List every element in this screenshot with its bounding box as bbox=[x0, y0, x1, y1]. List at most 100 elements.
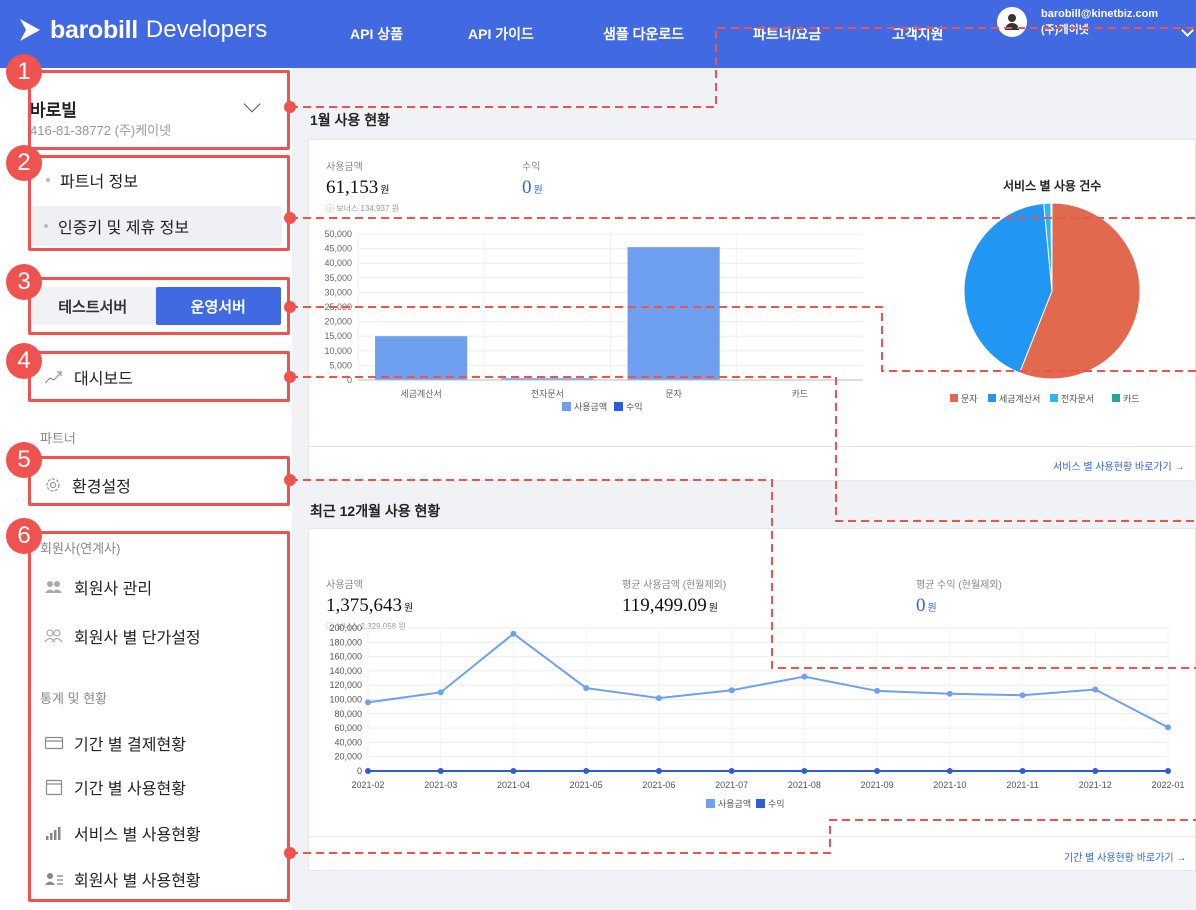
line-x-tick-label: 2021-07 bbox=[715, 780, 748, 790]
annotation-box-1 bbox=[28, 70, 290, 150]
line-usage-point bbox=[365, 699, 371, 706]
line-profit-point bbox=[801, 768, 808, 774]
service-usage-link[interactable]: 서비스 별 사용현황 바로가기 → bbox=[1053, 458, 1185, 473]
line-y-tick-label: 80,000 bbox=[334, 709, 362, 719]
nav-api-products[interactable]: API 상품 bbox=[350, 24, 403, 44]
line-usage-point bbox=[728, 687, 735, 694]
pie-legend-swatch bbox=[1112, 394, 1120, 402]
line-usage-point bbox=[655, 695, 662, 702]
service-usage-bar-chart: 0 5,000 10,000 15,000 20,000 25,000 30,000 35,0… bbox=[324, 229, 863, 412]
monthly-usage-label: 사용금액 bbox=[326, 162, 363, 173]
monthly-title: 1월 사용 현황 bbox=[310, 112, 390, 128]
monthly-profit-label: 수익 bbox=[522, 162, 541, 173]
chevron-down-icon[interactable] bbox=[1181, 24, 1194, 37]
line-profit-point bbox=[728, 768, 735, 774]
line-profit-point bbox=[655, 768, 662, 774]
line-profit-point bbox=[1019, 768, 1026, 774]
yearly-title: 최근 12개월 사용 현황 bbox=[310, 503, 441, 519]
brand-logo[interactable]: barobill Developers bbox=[18, 10, 267, 50]
annotation-dot-3 bbox=[284, 301, 296, 313]
bar-usage bbox=[627, 247, 720, 380]
service-count-pie-chart: 문자 세금계산서 전자문서 카드 bbox=[950, 202, 1141, 404]
line-x-tick-label: 2021-05 bbox=[570, 780, 603, 790]
user-email: barobill@kinetbiz.com bbox=[1041, 8, 1159, 20]
annotation-number-2: 2 bbox=[6, 145, 42, 181]
line-x-tick-label: 2021-12 bbox=[1079, 780, 1112, 790]
pie-legend-label: 문자 bbox=[961, 394, 978, 404]
annotation-number-3: 3 bbox=[6, 264, 42, 300]
monthly-profit-unit: 원 bbox=[533, 185, 543, 196]
line-y-tick-label: 100,000 bbox=[329, 695, 362, 705]
line-profit-point bbox=[874, 768, 881, 774]
page-root: barobill Developers API 상품 API 가이드 샘플 다운… bbox=[0, 0, 1196, 910]
period-usage-link[interactable]: 기간 별 사용현황 바로가기 → bbox=[1064, 849, 1186, 864]
bar-y-tick-label: 35,000 bbox=[324, 273, 352, 283]
bar-x-tick-label: 전자문서 bbox=[531, 389, 564, 399]
line-profit-point bbox=[510, 768, 517, 774]
bar-x-tick-label: 문자 bbox=[665, 389, 682, 399]
annotation-number-1: 1 bbox=[6, 54, 42, 90]
bar-x-tick-label: 세금계산서 bbox=[400, 388, 441, 399]
yearly-avg-profit-number: 0 bbox=[916, 595, 926, 616]
pie-legend-label: 세금계산서 bbox=[999, 393, 1040, 404]
yearly-usage-label: 사용금액 bbox=[326, 580, 363, 591]
line-x-tick-label: 2022-01 bbox=[1151, 780, 1184, 790]
line-legend-label-usage: 사용금액 bbox=[718, 798, 751, 809]
partner-section-label: 파트너 bbox=[40, 431, 76, 446]
line-usage-point bbox=[437, 689, 444, 696]
pie-legend-label: 전자문서 bbox=[1061, 394, 1094, 404]
user-avatar-icon bbox=[997, 7, 1027, 37]
annotation-box-6 bbox=[28, 531, 290, 902]
line-legend-swatch-usage bbox=[706, 799, 715, 808]
pie-legend-label: 카드 bbox=[1123, 394, 1140, 404]
line-usage-point bbox=[1165, 724, 1171, 731]
yearly-avg-unit: 원 bbox=[708, 603, 718, 614]
nav-api-guide[interactable]: API 가이드 bbox=[468, 24, 534, 44]
annotation-dot-6 bbox=[284, 847, 296, 859]
nav-sample-download[interactable]: 샘플 다운로드 bbox=[603, 24, 684, 44]
legend-swatch-profit bbox=[614, 402, 623, 411]
annotation-dot-4 bbox=[284, 371, 296, 383]
line-x-tick-label: 2021-04 bbox=[497, 780, 530, 790]
line-usage-point bbox=[874, 687, 881, 694]
monthly-card-divider bbox=[308, 446, 1196, 447]
annotation-box-5 bbox=[28, 456, 290, 506]
line-profit-point bbox=[946, 768, 953, 774]
line-x-tick-label: 2021-02 bbox=[351, 780, 384, 790]
line-profit-point bbox=[583, 768, 590, 774]
user-menu[interactable]: barobill@kinetbiz.com (주)케이넷 bbox=[997, 6, 1158, 38]
line-usage-point bbox=[1019, 692, 1026, 699]
yearly-avg-profit-label: 평균 수익 (현월제외) bbox=[916, 580, 1002, 591]
monthly-bonus-note: ⓘ 보너스 134,937 원 bbox=[326, 204, 400, 213]
monthly-usage-unit: 원 bbox=[380, 185, 390, 196]
bar-y-tick-label: 50,000 bbox=[324, 229, 352, 239]
bar-usage bbox=[375, 336, 468, 380]
line-usage-point bbox=[1092, 686, 1099, 693]
line-usage-point bbox=[801, 673, 808, 680]
bar-y-tick-label: 10,000 bbox=[324, 346, 352, 356]
nav-partner-pricing[interactable]: 파트너/요금 bbox=[753, 24, 821, 44]
line-y-tick-label: 0 bbox=[357, 766, 362, 776]
line-x-tick-label: 2021-10 bbox=[933, 780, 966, 790]
bar-y-tick-label: 5,000 bbox=[329, 360, 352, 370]
bar-y-tick-label: 30,000 bbox=[324, 287, 352, 297]
yearly-avg-value: 119,499.09 원 bbox=[622, 595, 718, 617]
bar-y-tick-label: 25,000 bbox=[324, 302, 352, 312]
line-y-tick-label: 140,000 bbox=[329, 666, 362, 676]
line-y-tick-label: 40,000 bbox=[334, 737, 362, 747]
nav-support[interactable]: 고객지원 bbox=[892, 24, 944, 44]
yearly-usage-number: 1,375,643 bbox=[326, 595, 402, 616]
line-y-tick-label: 200,000 bbox=[329, 623, 362, 633]
annotation-number-4: 4 bbox=[6, 343, 42, 379]
line-x-tick-label: 2021-06 bbox=[642, 780, 675, 790]
line-y-tick-label: 120,000 bbox=[329, 680, 362, 690]
annotation-box-2 bbox=[28, 155, 290, 251]
legend-swatch-usage bbox=[562, 402, 571, 411]
top-navbar: barobill Developers API 상품 API 가이드 샘플 다운… bbox=[0, 0, 1196, 68]
line-usage-point bbox=[583, 685, 590, 692]
line-legend-label-profit: 수익 bbox=[768, 798, 785, 809]
legend-label-profit: 수익 bbox=[626, 401, 643, 412]
bar-y-tick-label: 0 bbox=[347, 375, 352, 385]
pie-legend-swatch bbox=[1050, 394, 1058, 402]
line-y-tick-label: 160,000 bbox=[329, 652, 362, 662]
